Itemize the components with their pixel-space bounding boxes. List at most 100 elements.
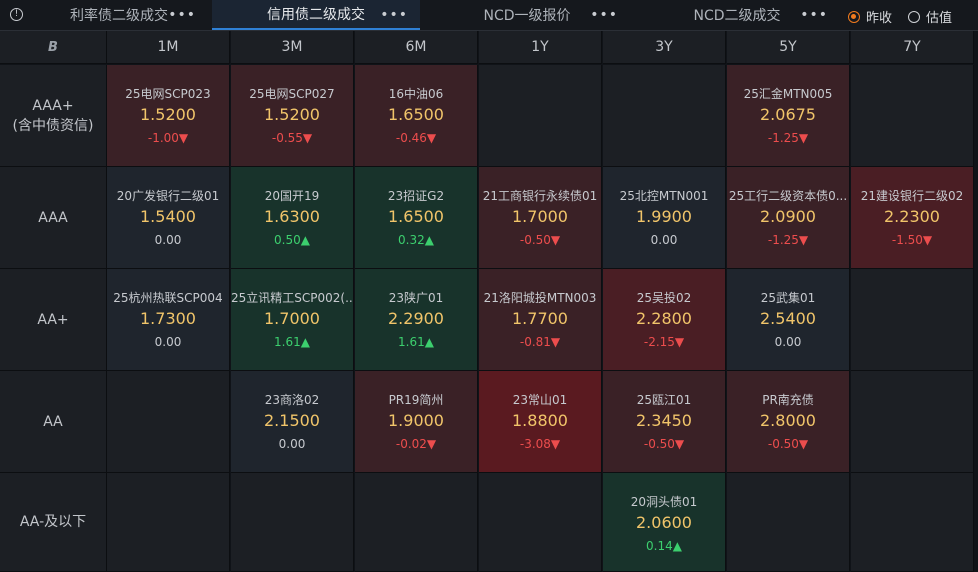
change-value: 1.61▲	[274, 335, 310, 349]
quote-cell[interactable]: 20广发银行二级01 1.5400 0.00	[107, 167, 230, 269]
quote-cell[interactable]: 25立讯精工SCP002(... 1.7000 1.61▲	[231, 269, 354, 371]
quote-cell[interactable]: 25武集01 2.5400 0.00	[727, 269, 850, 371]
quote-cell[interactable]: 25电网SCP027 1.5200 -0.55▼	[231, 65, 354, 167]
column-header-5Y[interactable]: 5Y	[727, 31, 850, 64]
bond-name: 25工行二级资本债0...	[728, 189, 848, 203]
quote-cell[interactable]: 23陕广01 2.2900 1.61▲	[355, 269, 478, 371]
quote-cell[interactable]: 25吴投02 2.2800 -2.15▼	[603, 269, 726, 371]
yield-value: 2.3450	[636, 411, 692, 430]
tab-label: NCD二级成交	[693, 8, 781, 24]
yield-value: 1.7300	[140, 309, 196, 328]
row-header: AA+	[0, 269, 107, 371]
change-value: -1.50▼	[891, 233, 933, 247]
column-header-7Y[interactable]: 7Y	[851, 31, 974, 64]
empty-cell	[231, 473, 354, 572]
quote-cell[interactable]: 21洛阳城投MTN003 1.7700 -0.81▼	[479, 269, 602, 371]
column-header-3M[interactable]: 3M	[231, 31, 354, 64]
yield-value: 2.2300	[884, 207, 940, 226]
bond-name: 20国开19	[264, 189, 320, 203]
quote-cell[interactable]: 25电网SCP023 1.5200 -1.00▼	[107, 65, 230, 167]
change-value: -0.81▼	[519, 335, 561, 349]
column-header-3Y[interactable]: 3Y	[603, 31, 726, 64]
yield-value: 2.0900	[760, 207, 816, 226]
quote-cell[interactable]: PR南充债 2.8000 -0.50▼	[727, 371, 850, 473]
change-value: -0.02▼	[395, 437, 437, 451]
bond-name: 20广发银行二级01	[116, 189, 220, 203]
empty-cell	[851, 473, 974, 572]
change-value: 0.14▲	[646, 539, 682, 553]
bond-name: 20洞头债01	[630, 495, 698, 509]
quote-cell[interactable]: 25瓯江01 2.3450 -0.50▼	[603, 371, 726, 473]
quote-cell[interactable]: PR19简州 1.9000 -0.02▼	[355, 371, 478, 473]
quote-cell[interactable]: 20洞头债01 2.0600 0.14▲	[603, 473, 726, 572]
change-value: -0.50▼	[519, 233, 561, 247]
column-header-1M[interactable]: 1M	[107, 31, 230, 64]
yield-value: 1.6500	[388, 105, 444, 124]
yield-value: 1.9900	[636, 207, 692, 226]
empty-cell	[107, 473, 230, 572]
bond-name: 25吴投02	[636, 291, 692, 305]
more-icon[interactable]: •••	[800, 0, 828, 30]
yield-value: 1.7000	[512, 207, 568, 226]
quote-cell[interactable]: 16中油06 1.6500 -0.46▼	[355, 65, 478, 167]
quote-cell[interactable]: 20国开19 1.6300 0.50▲	[231, 167, 354, 269]
bond-name: 21洛阳城投MTN003	[483, 291, 597, 305]
radio-unchecked-icon	[908, 10, 920, 23]
quote-cell[interactable]: 25杭州热联SCP004 1.7300 0.00	[107, 269, 230, 371]
empty-cell	[479, 473, 602, 572]
quote-cell[interactable]: 21工商银行永续债01 1.7000 -0.50▼	[479, 167, 602, 269]
change-value: -1.25▼	[767, 131, 809, 145]
radio-valuation[interactable]: 估值	[908, 7, 952, 26]
yield-value: 2.8000	[760, 411, 816, 430]
bond-name: 25电网SCP027	[249, 87, 335, 101]
bond-name: 25杭州热联SCP004	[113, 291, 223, 305]
tab-label: 信用债二级成交	[267, 7, 365, 23]
empty-cell	[355, 473, 478, 572]
change-value: 1.61▲	[398, 335, 434, 349]
yield-value: 2.0675	[760, 105, 816, 124]
tab-ncd-secondary[interactable]: NCD二级成交 •••	[634, 0, 840, 30]
radio-checked-icon	[848, 10, 860, 23]
row-header-label: AA+	[37, 311, 69, 328]
change-value: -0.50▼	[643, 437, 685, 451]
more-icon[interactable]: •••	[168, 0, 196, 30]
quote-cell[interactable]: 23招证G2 1.6500 0.32▲	[355, 167, 478, 269]
empty-cell	[479, 65, 602, 167]
quote-cell[interactable]: 23商洛02 2.1500 0.00	[231, 371, 354, 473]
tab-ncd-primary[interactable]: NCD一级报价 •••	[424, 0, 630, 30]
change-value: -0.55▼	[271, 131, 313, 145]
bond-name: 25武集01	[760, 291, 816, 305]
change-value: -0.46▼	[395, 131, 437, 145]
more-icon[interactable]: •••	[590, 0, 618, 30]
row-header: AA	[0, 371, 107, 473]
yield-value: 1.9000	[388, 411, 444, 430]
tab-credit-bond[interactable]: 信用债二级成交 •••	[212, 0, 420, 30]
quote-cell[interactable]: 21建设银行二级02 2.2300 -1.50▼	[851, 167, 974, 269]
bond-name: 25汇金MTN005	[743, 87, 833, 101]
more-icon[interactable]: •••	[380, 0, 408, 30]
radio-label: 估值	[926, 11, 953, 26]
change-value: -1.25▼	[767, 233, 809, 247]
bond-name: PR19简州	[388, 393, 444, 407]
bond-name: 23陕广01	[388, 291, 444, 305]
quote-cell[interactable]: 23常山01 1.8800 -3.08▼	[479, 371, 602, 473]
yield-value: 2.5400	[760, 309, 816, 328]
bond-name: 23招证G2	[387, 189, 445, 203]
quote-cell[interactable]: 25北控MTN001 1.9900 0.00	[603, 167, 726, 269]
tab-label: NCD一级报价	[483, 8, 571, 24]
column-header-1Y[interactable]: 1Y	[479, 31, 602, 64]
quote-cell[interactable]: 25汇金MTN005 2.0675 -1.25▼	[727, 65, 850, 167]
info-icon[interactable]: !	[10, 8, 23, 21]
row-header-label: AA	[43, 413, 63, 430]
quote-cell[interactable]: 25工行二级资本债0... 2.0900 -1.25▼	[727, 167, 850, 269]
change-value: 0.00	[774, 335, 802, 349]
corner-header: B	[0, 31, 107, 64]
radio-prev-close[interactable]: 昨收	[848, 7, 892, 26]
bond-name: 25北控MTN001	[619, 189, 709, 203]
bond-logo-icon[interactable]: B	[48, 40, 58, 55]
change-value: -0.50▼	[767, 437, 809, 451]
tab-rate-bond[interactable]: 利率债二级成交 •••	[30, 0, 208, 30]
column-header-6M[interactable]: 6M	[355, 31, 478, 64]
yield-value: 1.6300	[264, 207, 320, 226]
yield-value: 1.5400	[140, 207, 196, 226]
